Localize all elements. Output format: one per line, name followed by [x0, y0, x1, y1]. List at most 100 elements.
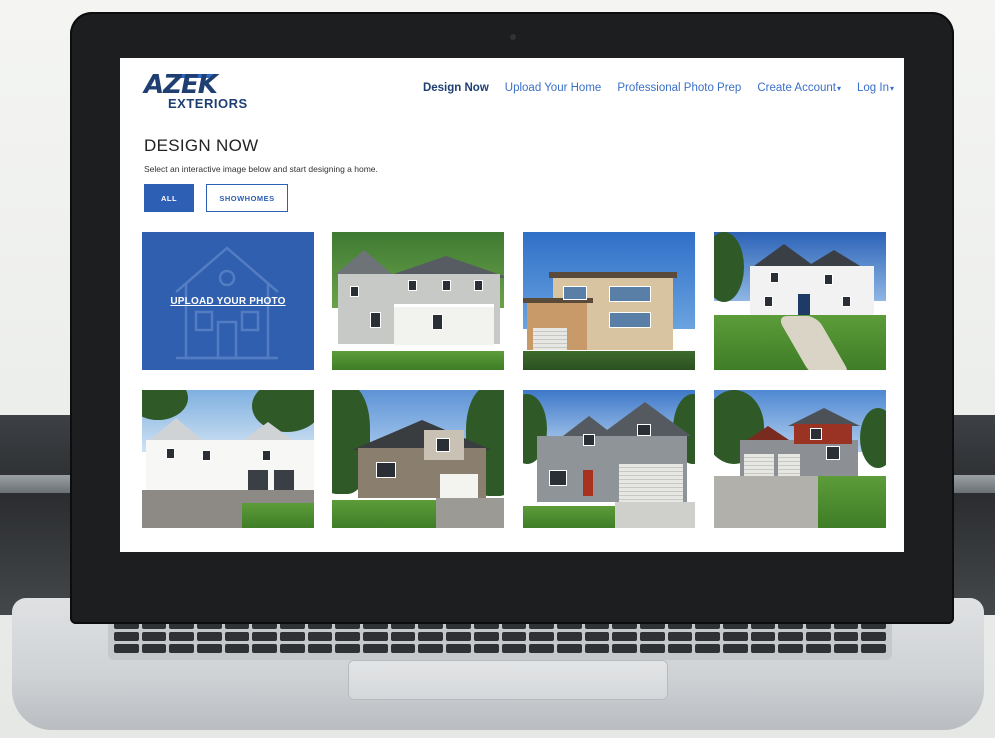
lawn — [242, 503, 314, 528]
filter-all-button[interactable]: ALL — [144, 184, 194, 212]
keyboard-key — [169, 644, 195, 653]
house-window — [350, 286, 359, 297]
keyboard-key — [141, 632, 167, 641]
home-tile-1[interactable] — [332, 232, 504, 370]
keyboard-key — [418, 644, 444, 653]
keyboard-key — [639, 632, 665, 641]
caret-down-icon: ▾ — [836, 84, 841, 93]
main-nav: Design Now Upload Your Home Professional… — [423, 82, 894, 94]
keyboard-key — [612, 644, 637, 653]
garage-door — [533, 328, 567, 350]
home-tile-7[interactable] — [714, 390, 886, 528]
house-window — [432, 314, 443, 330]
keyboard-key — [141, 644, 167, 653]
nav-upload-your-home[interactable]: Upload Your Home — [505, 82, 602, 94]
house-window — [442, 280, 451, 291]
nav-create-account[interactable]: Create Account▾ — [757, 82, 841, 94]
keyboard-key — [473, 632, 499, 641]
house-window — [609, 286, 651, 302]
page-title: DESIGN NOW — [144, 136, 259, 155]
house-window — [436, 438, 450, 452]
keyboard-key — [501, 632, 527, 641]
keyboard-key — [584, 632, 610, 641]
keyboard-key — [833, 644, 859, 653]
porch — [394, 304, 494, 345]
keyboard-key — [169, 632, 195, 641]
upload-photo-link[interactable]: UPLOAD YOUR PHOTO — [170, 296, 285, 307]
azek-logo[interactable]: AZEK EXTERIORS — [144, 72, 254, 116]
garage-door — [744, 454, 774, 476]
keyboard-key — [446, 632, 471, 641]
keyboard-key — [280, 644, 305, 653]
laptop-lid: AZEK EXTERIORS Design Now Upload Your Ho… — [70, 12, 954, 624]
keyboard-key — [805, 632, 831, 641]
garage-door — [778, 454, 800, 476]
house-roof — [549, 272, 677, 278]
house-window — [408, 280, 417, 291]
house-window — [583, 434, 595, 446]
driveway — [615, 502, 695, 528]
front-door — [798, 294, 810, 316]
keyboard-key — [114, 632, 139, 641]
nav-label: Create Account — [757, 82, 836, 94]
house-window — [826, 446, 840, 460]
lawn — [818, 475, 886, 528]
home-tile-4[interactable] — [142, 390, 314, 528]
front-door — [583, 470, 593, 496]
filter-bar: ALL SHOWHOMES — [144, 184, 288, 212]
home-tile-5[interactable] — [332, 390, 504, 528]
keyboard-key — [390, 644, 416, 653]
house-roof — [352, 420, 492, 450]
nav-design-now[interactable]: Design Now — [423, 82, 489, 94]
nav-log-in[interactable]: Log In▾ — [857, 82, 894, 94]
house-window — [770, 272, 779, 283]
caret-down-icon: ▾ — [889, 84, 894, 93]
keyboard-key — [252, 632, 278, 641]
keyboard-key — [335, 644, 361, 653]
keyboard-key — [363, 632, 388, 641]
keyboard-key — [307, 644, 333, 653]
house-window — [262, 450, 271, 461]
filter-showhomes-button[interactable]: SHOWHOMES — [206, 184, 288, 212]
home-tile-3[interactable] — [714, 232, 886, 370]
house-window — [810, 428, 822, 440]
keyboard-key — [501, 644, 527, 653]
house-window — [764, 296, 773, 307]
driveway — [436, 498, 504, 528]
keyboard-key — [473, 644, 499, 653]
lawn — [523, 350, 695, 370]
house-window — [166, 448, 175, 459]
house-accent — [794, 424, 852, 444]
keyboard-key — [778, 644, 803, 653]
keyboard-key — [224, 644, 250, 653]
keyboard-key — [390, 632, 416, 641]
house-window — [563, 286, 587, 300]
keyboard-key — [197, 632, 222, 641]
upload-photo-tile[interactable]: UPLOAD YOUR PHOTO — [142, 232, 314, 370]
keyboard-key — [750, 644, 776, 653]
nav-label: Upload Your Home — [504, 82, 602, 94]
house-window — [549, 470, 567, 486]
keyboard-key — [529, 632, 554, 641]
house-window — [474, 280, 483, 291]
keyboard-key — [584, 644, 610, 653]
keyboard-key — [833, 632, 859, 641]
driveway — [714, 476, 834, 528]
keyboard-key — [667, 632, 693, 641]
keyboard-key — [556, 632, 582, 641]
nav-professional-photo-prep[interactable]: Professional Photo Prep — [617, 82, 741, 94]
page-subtitle: Select an interactive image below and st… — [144, 164, 378, 174]
house-body — [750, 266, 874, 316]
keyboard-key — [280, 632, 305, 641]
keyboard-key — [446, 644, 471, 653]
garage-door — [619, 464, 683, 502]
laptop-screen: AZEK EXTERIORS Design Now Upload Your Ho… — [120, 58, 904, 552]
keyboard-key — [861, 644, 886, 653]
keyboard-key — [639, 644, 665, 653]
house-roof — [150, 418, 202, 440]
house-window — [202, 450, 211, 461]
garage-door — [248, 470, 268, 490]
keyboard-key — [667, 644, 693, 653]
home-tile-2[interactable] — [523, 232, 695, 370]
home-tile-6[interactable] — [523, 390, 695, 528]
